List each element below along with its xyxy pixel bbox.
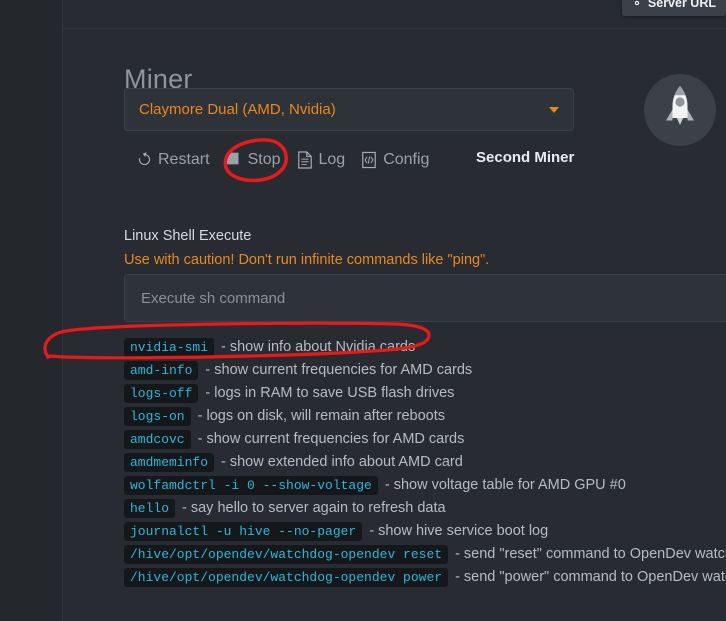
command-description: - send "power" command to OpenDev watchd… — [455, 569, 726, 585]
command-badge[interactable]: /hive/opt/opendev/watchdog-opendev power — [124, 567, 449, 587]
list-item: amdcovc - show current frequencies for A… — [124, 429, 726, 449]
miner-toolbar: Restart Stop Log Config — [128, 148, 437, 172]
list-item: nvidia-smi - show info about Nvidia card… — [124, 337, 726, 357]
list-item: amd-info - show current frequencies for … — [124, 360, 726, 380]
command-description: - logs on disk, will remain after reboot… — [197, 408, 446, 424]
second-miner-label: Second Miner — [476, 149, 575, 166]
command-badge[interactable]: hello — [124, 498, 176, 518]
log-button[interactable]: Log — [289, 148, 354, 172]
gear-icon — [631, 0, 643, 9]
command-badge[interactable]: wolfamdctrl -i 0 --show-voltage — [124, 475, 378, 495]
command-hint-list: nvidia-smi - show info about Nvidia card… — [124, 337, 726, 587]
list-item: wolfamdctrl -i 0 --show-voltage - show v… — [124, 475, 726, 495]
command-description: - logs in RAM to save USB flash drives — [205, 385, 455, 401]
stop-button[interactable]: Stop — [218, 148, 289, 172]
stop-square-icon — [226, 151, 243, 169]
refresh-icon — [136, 151, 153, 169]
log-label: Log — [318, 151, 346, 168]
command-badge[interactable]: nvidia-smi — [124, 337, 215, 357]
command-description: - show hive service boot log — [369, 523, 549, 539]
server-url-button[interactable]: Server URL — [621, 0, 726, 16]
restart-label: Restart — [158, 151, 210, 168]
list-item: journalctl -u hive --no-pager - show hiv… — [124, 521, 726, 541]
shell-warning-text: Use with caution! Don't run infinite com… — [124, 252, 490, 268]
command-badge[interactable]: logs-on — [124, 406, 191, 426]
command-description: - show voltage table for AMD GPU #0 — [384, 477, 626, 493]
list-item: amdmeminfo - show extended info about AM… — [124, 452, 726, 472]
rocket-icon — [660, 84, 700, 137]
command-badge[interactable]: amdmeminfo — [124, 452, 215, 472]
command-badge[interactable]: journalctl -u hive --no-pager — [124, 521, 363, 541]
command-description: - show current frequencies for AMD cards — [205, 362, 473, 378]
command-badge[interactable]: amd-info — [124, 360, 199, 380]
left-sidebar-rail — [0, 0, 63, 621]
command-badge[interactable]: logs-off — [124, 383, 199, 403]
list-item: logs-off - logs in RAM to save USB flash… — [124, 383, 726, 403]
code-file-icon — [361, 151, 378, 169]
app-root: Server URL Miner Claymore Dual (AMD, Nvi… — [0, 0, 726, 621]
command-description: - send "reset" command to OpenDev watchd… — [455, 546, 726, 562]
main-content: Miner Claymore Dual (AMD, Nvidia) Restar… — [62, 28, 726, 621]
list-item: /hive/opt/opendev/watchdog-opendev power… — [124, 567, 726, 587]
config-label: Config — [383, 151, 430, 168]
server-url-label: Server URL — [647, 0, 716, 10]
stop-label: Stop — [247, 151, 281, 168]
shell-section-label: Linux Shell Execute — [124, 228, 252, 244]
config-button[interactable]: Config — [353, 148, 437, 172]
list-item: hello - say hello to server again to ref… — [124, 498, 726, 518]
miner-select[interactable]: Claymore Dual (AMD, Nvidia) — [124, 88, 574, 131]
document-icon — [297, 151, 314, 169]
chevron-down-icon — [549, 106, 559, 113]
command-badge[interactable]: amdcovc — [124, 429, 191, 449]
list-item: /hive/opt/opendev/watchdog-opendev reset… — [124, 544, 726, 564]
command-description: - say hello to server again to refresh d… — [182, 500, 446, 516]
shell-command-input[interactable] — [124, 274, 726, 322]
command-description: - show current frequencies for AMD cards — [197, 431, 465, 447]
miner-select-value: Claymore Dual (AMD, Nvidia) — [139, 101, 336, 118]
restart-button[interactable]: Restart — [128, 148, 218, 172]
command-badge[interactable]: /hive/opt/opendev/watchdog-opendev reset — [124, 544, 449, 564]
avatar — [644, 74, 716, 146]
command-description: - show info about Nvidia cards — [221, 339, 416, 355]
command-description: - show extended info about AMD card — [221, 454, 463, 470]
list-item: logs-on - logs on disk, will remain afte… — [124, 406, 726, 426]
